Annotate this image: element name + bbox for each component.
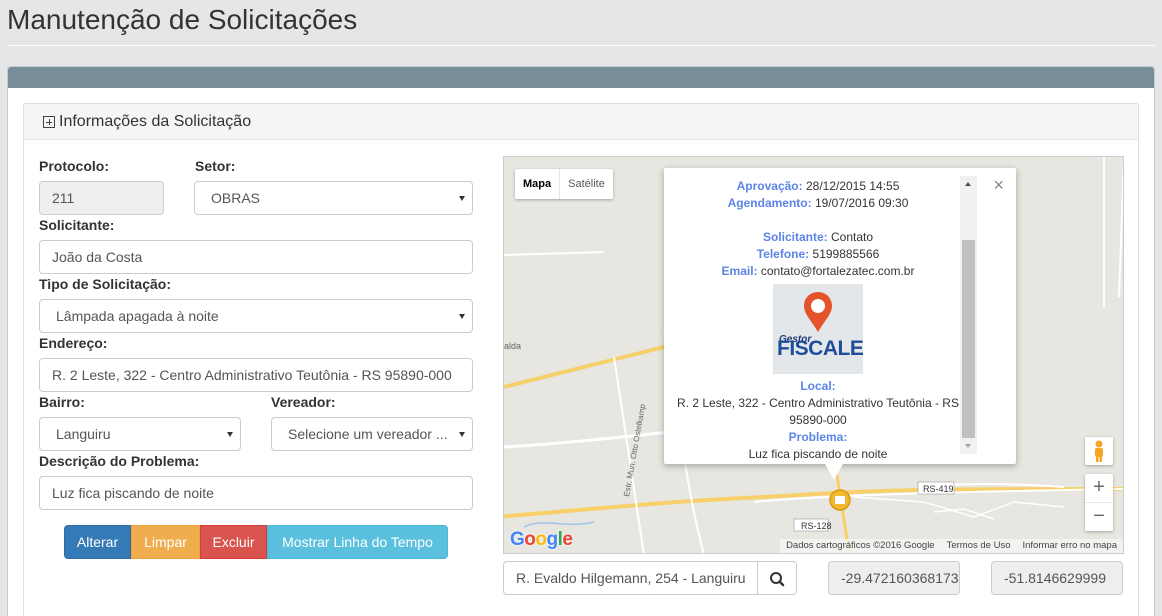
problema-label: Problema:	[788, 430, 848, 444]
iw-solicitante-value: Contato	[831, 230, 874, 244]
report-error-link[interactable]: Informar erro no mapa	[1022, 540, 1117, 552]
longitude-field: -51.8146629999	[991, 561, 1123, 595]
map-type-control: Mapa Satélite	[515, 169, 613, 199]
bairro-label: Bairro:	[39, 394, 85, 410]
zoom-control: + −	[1085, 474, 1113, 531]
alterar-button[interactable]: Alterar	[64, 525, 131, 559]
map-type-satellite[interactable]: Satélite	[559, 169, 613, 199]
setor-label: Setor:	[195, 158, 236, 174]
iw-solicitante-label: Solicitante:	[762, 230, 828, 244]
agendamento-value: 19/07/2016 09:30	[814, 196, 909, 210]
local-value: R. 2 Leste, 322 - Centro Administrativo …	[677, 396, 959, 427]
tipo-label: Tipo de Solicitação:	[39, 276, 171, 292]
chevron-down-icon	[459, 432, 465, 437]
street-label: Estr. Mun. Otto Ostelkamp	[622, 403, 647, 497]
section-header[interactable]: Informações da Solicitação	[24, 104, 1138, 140]
problema-value: Luz fica piscando de noite	[748, 447, 888, 461]
section-title: Informações da Solicitação	[59, 113, 252, 130]
email-label: Email:	[721, 264, 758, 278]
endereco-input[interactable]: R. 2 Leste, 322 - Centro Administrativo …	[39, 358, 473, 392]
bairro-select[interactable]: Languiru	[39, 417, 241, 451]
telefone-value: 5199885566	[812, 247, 880, 261]
page-title: Manutenção de Solicitações	[7, 4, 358, 35]
setor-select[interactable]: OBRAS	[194, 181, 473, 215]
title-divider	[7, 45, 1155, 46]
solicitante-label: Solicitante:	[39, 217, 115, 233]
search-icon	[770, 572, 785, 587]
chevron-down-icon	[227, 432, 233, 437]
protocolo-field: 211	[39, 181, 164, 215]
local-label: Local:	[800, 379, 836, 393]
endereco-label: Endereço:	[39, 335, 108, 351]
google-logo: Google	[510, 529, 573, 550]
info-window: Aprovação: 28/12/2015 14:55 Agendamento:…	[664, 168, 1016, 480]
tipo-value: Lâmpada apagada à noite	[56, 308, 219, 324]
pegman-control[interactable]	[1085, 437, 1113, 465]
pegman-icon	[1095, 440, 1103, 462]
address-search-input[interactable]: R. Evaldo Hilgemann, 254 - Languiru	[503, 561, 758, 595]
limpar-button[interactable]: Limpar	[131, 525, 200, 559]
panel-header	[8, 67, 1154, 88]
agendamento-label: Agendamento:	[727, 196, 812, 210]
info-window-content: Aprovação: 28/12/2015 14:55 Agendamento:…	[674, 178, 962, 463]
setor-value: OBRAS	[211, 190, 261, 206]
chevron-down-icon	[459, 314, 465, 319]
scroll-thumb[interactable]	[962, 240, 975, 438]
map-data-credit: Dados cartográficos ©2016 Google	[786, 540, 935, 551]
solicitante-input[interactable]: João da Costa	[39, 240, 473, 274]
protocolo-label: Protocolo:	[39, 158, 109, 174]
logo-word: FISCALE	[777, 337, 864, 360]
search-button[interactable]	[757, 561, 797, 595]
close-icon[interactable]: ×	[993, 175, 1004, 196]
vereador-value: Selecione um vereador ...	[288, 426, 448, 442]
info-window-pointer	[825, 464, 843, 480]
info-window-scrollbar[interactable]	[960, 176, 977, 454]
map-attribution: Dados cartográficos ©2016 Google Termos …	[780, 539, 1123, 553]
excluir-button[interactable]: Excluir	[200, 525, 267, 559]
chevron-down-icon	[459, 196, 465, 201]
gestor-fiscale-logo: Gestor FISCALE	[773, 284, 864, 374]
descricao-input[interactable]: Luz fica piscando de noite	[39, 476, 473, 510]
zoom-out-button[interactable]: −	[1085, 503, 1113, 531]
zoom-in-button[interactable]: +	[1085, 474, 1113, 502]
descricao-label: Descrição do Problema:	[39, 453, 200, 469]
bairro-value: Languiru	[56, 426, 111, 442]
vereador-select[interactable]: Selecione um vereador ...	[271, 417, 473, 451]
map[interactable]: RS-128 RS-419 alda Estr. Mun. Otto Ostel…	[503, 156, 1124, 554]
map-type-map[interactable]: Mapa	[515, 169, 559, 199]
aprovacao-value: 28/12/2015 14:55	[805, 179, 900, 193]
terms-link[interactable]: Termos de Uso	[947, 540, 1011, 552]
tipo-select[interactable]: Lâmpada apagada à noite	[39, 299, 473, 333]
road-label-rs419: RS-419	[923, 484, 954, 494]
expand-plus-icon[interactable]	[43, 116, 55, 128]
road-label-rs128: RS-128	[801, 521, 832, 531]
timeline-button[interactable]: Mostrar Linha do Tempo	[267, 525, 448, 559]
scroll-up-icon[interactable]	[965, 182, 971, 186]
email-value: contato@fortalezatec.com.br	[760, 264, 915, 278]
telefone-label: Telefone:	[756, 247, 810, 261]
scroll-down-icon[interactable]	[965, 444, 971, 448]
latitude-field: -29.4721603681734	[828, 561, 960, 595]
vereador-label: Vereador:	[271, 394, 336, 410]
map-pin-icon	[804, 292, 832, 332]
place-label: alda	[504, 341, 521, 351]
aprovacao-label: Aprovação:	[736, 179, 803, 193]
